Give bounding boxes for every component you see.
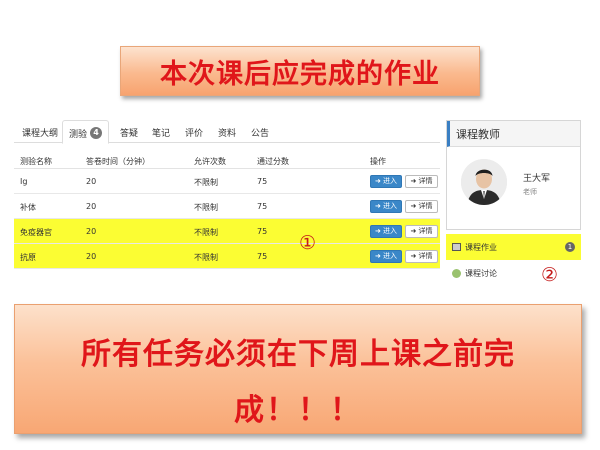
header-pass-score: 通过分数 [257,157,289,166]
tab-materials[interactable]: 资料 [218,126,236,139]
tab-review[interactable]: 评价 [185,126,203,139]
tab-notes[interactable]: 笔记 [152,126,170,139]
enter-icon: ➜ [374,252,381,260]
quiz-name: 补体 [20,203,36,212]
bottom-banner: 所有任务必须在下周上课之前完 成！！！ [14,304,582,434]
answer-time: 20 [86,252,97,261]
tab-quiz-label: 测验 [69,130,88,140]
table-row: Ig 20 不限制 75 ➜ 进入 ➜ 详情 [14,169,440,194]
bottom-banner-line-2: 成！！！ [234,393,362,428]
tab-qa[interactable]: 答疑 [120,126,138,139]
detail-button[interactable]: ➜ 详情 [405,200,438,213]
attempts: 不限制 [194,253,218,262]
detail-button[interactable]: ➜ 详情 [405,175,438,188]
pass-score: 75 [257,227,268,236]
header-attempts: 允许次数 [194,157,226,166]
pass-score: 75 [257,177,268,186]
teacher-role: 老师 [523,188,537,196]
header-actions: 操作 [370,157,386,166]
detail-button[interactable]: ➜ 详情 [405,250,438,263]
tab-bar: 课程大纲 测验 4 答疑 笔记 评价 资料 公告 [14,118,440,144]
enter-icon: ➜ [374,227,381,235]
tab-syllabus[interactable]: 课程大纲 [22,126,58,139]
annotation-marker-one: ① [299,232,317,254]
side-menu-label: 课程作业 [465,242,497,252]
enter-button[interactable]: ➜ 进入 [370,225,402,238]
detail-icon: ➜ [410,252,417,260]
side-menu-label: 课程讨论 [465,268,497,278]
detail-icon: ➜ [410,227,417,235]
enter-button[interactable]: ➜ 进入 [370,175,402,188]
enter-button[interactable]: ➜ 进入 [370,250,402,263]
detail-button[interactable]: ➜ 详情 [405,225,438,238]
answer-time: 20 [86,177,97,186]
side-menu-item-homework[interactable]: 课程作业 1 [446,234,581,260]
attempts: 不限制 [194,203,218,212]
tab-announcements[interactable]: 公告 [251,126,269,139]
quiz-name: 免疫器官 [20,228,52,237]
enter-icon: ➜ [374,177,381,185]
top-banner-text: 本次课后应完成的作业 [160,58,440,90]
answer-time: 20 [86,227,97,236]
answer-time: 20 [86,202,97,211]
side-menu: 课程作业 1 课程讨论 [446,234,581,290]
quiz-name: 抗原 [20,253,36,262]
table-row-highlighted: 抗原 20 不限制 75 ➜ 进入 ➜ 详情 [14,244,440,269]
header-quiz-name: 测验名称 [20,157,52,166]
attempts: 不限制 [194,228,218,237]
detail-icon: ➜ [410,202,417,210]
table-row-highlighted: 免疫器官 20 不限制 75 ➜ 进入 ➜ 详情 [14,219,440,244]
chat-icon [452,268,461,278]
homework-count-badge: 1 [565,242,575,252]
pass-score: 75 [257,202,268,211]
avatar-person-icon [461,159,507,205]
attempts: 不限制 [194,178,218,187]
bottom-banner-line-1: 所有任务必须在下周上课之前完 [81,337,515,372]
teacher-card-title: 课程教师 [456,127,500,141]
annotation-marker-two: ② [541,264,559,286]
teacher-name[interactable]: 王大军 [523,171,550,184]
enter-icon: ➜ [374,202,381,210]
quiz-name: Ig [20,177,28,186]
teacher-card: 课程教师 王大军 老师 [446,120,581,230]
table-header: 测验名称 答卷时间（分钟） 允许次数 通过分数 操作 [14,151,440,169]
tab-quiz-badge: 4 [90,127,103,139]
quiz-panel: 课程大纲 测验 4 答疑 笔记 评价 资料 公告 测验名称 答卷时间（分钟） 允… [14,118,440,288]
detail-icon: ➜ [410,177,417,185]
top-banner: 本次课后应完成的作业 [120,46,480,96]
quiz-table: 测验名称 答卷时间（分钟） 允许次数 通过分数 操作 Ig 20 不限制 75 … [14,151,440,269]
pass-score: 75 [257,252,268,261]
document-icon [452,243,461,251]
header-answer-time: 答卷时间（分钟） [86,157,150,166]
table-row: 补体 20 不限制 75 ➜ 进入 ➜ 详情 [14,194,440,219]
teacher-card-header: 课程教师 [447,121,580,147]
enter-button[interactable]: ➜ 进入 [370,200,402,213]
tab-quiz[interactable]: 测验 4 [62,120,110,144]
avatar [461,159,507,205]
side-menu-item-discussion[interactable]: 课程讨论 [446,260,581,286]
